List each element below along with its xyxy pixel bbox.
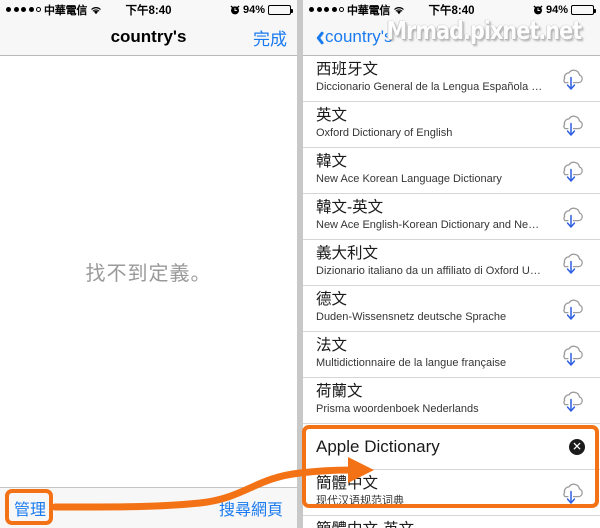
- delete-circle-icon[interactable]: ✕: [569, 438, 585, 455]
- cloud-download-icon[interactable]: [556, 295, 586, 322]
- dictionary-row-subtitle: New Ace Korean Language Dictionary: [316, 173, 502, 185]
- dictionary-row-subtitle: 现代汉语规范词典: [316, 495, 404, 507]
- cloud-download-icon[interactable]: [556, 65, 586, 92]
- dictionary-row-title: 荷蘭文: [316, 383, 363, 400]
- dictionary-row[interactable]: 韓文-英文 New Ace English-Korean Dictionary a…: [303, 194, 600, 240]
- dictionary-row-title: 西班牙文: [316, 61, 379, 78]
- dictionary-list[interactable]: 西班牙文 Diccionario General de la Lengua Esp…: [303, 56, 600, 528]
- dictionary-row-title: 德文: [316, 291, 348, 308]
- dictionary-row-subtitle: Diccionario General de la Lengua Español…: [316, 81, 544, 93]
- back-button-label: country's: [325, 27, 393, 46]
- status-bar-left: 中華電信 下午8:40 94%: [0, 0, 297, 19]
- dictionary-row-subtitle: New Ace English-Korean Dictionary and Ne…: [316, 219, 544, 231]
- done-button[interactable]: 完成: [253, 25, 287, 50]
- dictionary-row[interactable]: 簡體中文-英文Oxford Chinese Dictionary: [303, 516, 600, 528]
- cloud-download-icon[interactable]: [556, 203, 586, 230]
- status-bar-right-group: 94%: [230, 3, 293, 16]
- dictionary-row-title: 法文: [316, 337, 348, 354]
- status-bar-right: 中華電信 下午8:40 94%: [303, 0, 600, 19]
- back-button[interactable]: country's: [313, 27, 393, 47]
- dictionary-row[interactable]: 簡體中文现代汉语规范词典: [303, 470, 600, 516]
- dictionary-row-title: 韓文-英文: [316, 199, 384, 216]
- dictionary-row[interactable]: 德文 Duden-Wissensnetz deutsche Sprache: [303, 286, 600, 332]
- cloud-download-icon[interactable]: [556, 111, 586, 138]
- definition-empty-state: 找不到定義。: [0, 56, 297, 487]
- dictionary-row-title: 簡體中文: [316, 475, 379, 492]
- cloud-download-icon[interactable]: [556, 249, 586, 276]
- dictionary-row[interactable]: 韓文 New Ace Korean Language Dictionary: [303, 148, 600, 194]
- alarm-clock-icon: [533, 5, 543, 15]
- dictionary-row[interactable]: 英文 Oxford Dictionary of English: [303, 102, 600, 148]
- dictionary-row-title: 簡體中文-英文: [316, 520, 588, 528]
- bottom-toolbar: 管理 搜尋網頁: [0, 487, 297, 528]
- alarm-clock-icon: [230, 5, 240, 15]
- dictionary-row-title: Apple Dictionary: [316, 436, 440, 456]
- cloud-download-icon[interactable]: [556, 157, 586, 184]
- chevron-left-icon: [313, 29, 322, 45]
- manage-button[interactable]: 管理: [14, 496, 46, 520]
- dictionary-row[interactable]: 荷蘭文 Prisma woordenboek Nederlands: [303, 378, 600, 424]
- battery-icon: [268, 4, 293, 15]
- dictionary-row-subtitle: Dizionario italiano da un affiliato di O…: [316, 265, 544, 277]
- cloud-download-icon[interactable]: [556, 479, 586, 506]
- status-bar-right-group: 94%: [533, 3, 596, 16]
- right-phone-panel: 中華電信 下午8:40 94% country's 西班牙文 Diccionar…: [303, 0, 600, 528]
- dictionary-row-title: 英文: [316, 107, 348, 124]
- right-nav-bar: country's: [303, 19, 600, 56]
- left-nav-bar: country's 完成: [0, 19, 297, 56]
- dictionary-row-subtitle: Prisma woordenboek Nederlands: [316, 403, 479, 415]
- dictionary-row-subtitle: Multidictionnaire de la langue française: [316, 357, 507, 369]
- dictionary-row[interactable]: 法文 Multidictionnaire de la langue françai…: [303, 332, 600, 378]
- dictionary-row[interactable]: 西班牙文 Diccionario General de la Lengua Esp…: [303, 56, 600, 102]
- battery-percent-label: 94%: [242, 3, 265, 16]
- dictionary-row[interactable]: 義大利文 Dizionario italiano da un affiliato …: [303, 240, 600, 286]
- battery-percent-label: 94%: [545, 3, 568, 16]
- dictionary-row-subtitle: Duden-Wissensnetz deutsche Sprache: [316, 311, 507, 323]
- dictionary-row-subtitle: Oxford Dictionary of English: [316, 127, 453, 139]
- battery-icon: [571, 4, 596, 15]
- left-phone-panel: 中華電信 下午8:40 94% country's 完成 找不到定義。 管理 搜…: [0, 0, 297, 528]
- cloud-download-icon[interactable]: [556, 387, 586, 414]
- dictionary-row-title: 韓文: [316, 153, 348, 170]
- screenshot-root: 中華電信 下午8:40 94% country's 完成 找不到定義。 管理 搜…: [0, 0, 600, 528]
- cloud-download-icon[interactable]: [556, 341, 586, 368]
- search-web-button[interactable]: 搜尋網頁: [219, 496, 283, 520]
- dictionary-row-title: 義大利文: [316, 245, 379, 262]
- empty-state-message: 找不到定義。: [85, 263, 212, 285]
- dictionary-row[interactable]: Apple Dictionary ✕: [303, 424, 600, 470]
